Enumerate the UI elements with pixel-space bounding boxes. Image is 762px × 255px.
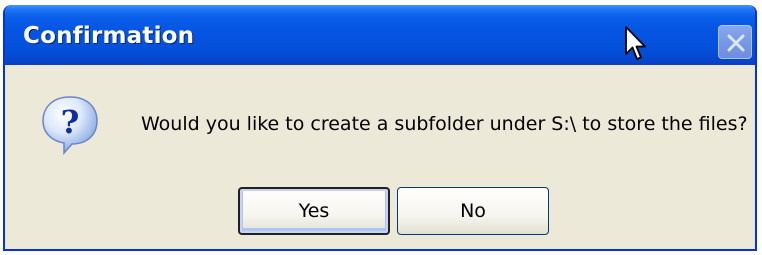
confirmation-message: Would you like to create a subfolder und… [141, 113, 748, 135]
question-icon: ? [42, 96, 98, 155]
dialog-title: Confirmation [23, 23, 195, 49]
svg-text:?: ? [61, 103, 80, 141]
mouse-cursor-icon [625, 26, 646, 60]
close-icon [727, 34, 745, 52]
close-button[interactable] [718, 25, 752, 59]
no-button[interactable]: No [397, 187, 549, 235]
yes-button[interactable]: Yes [238, 187, 390, 235]
